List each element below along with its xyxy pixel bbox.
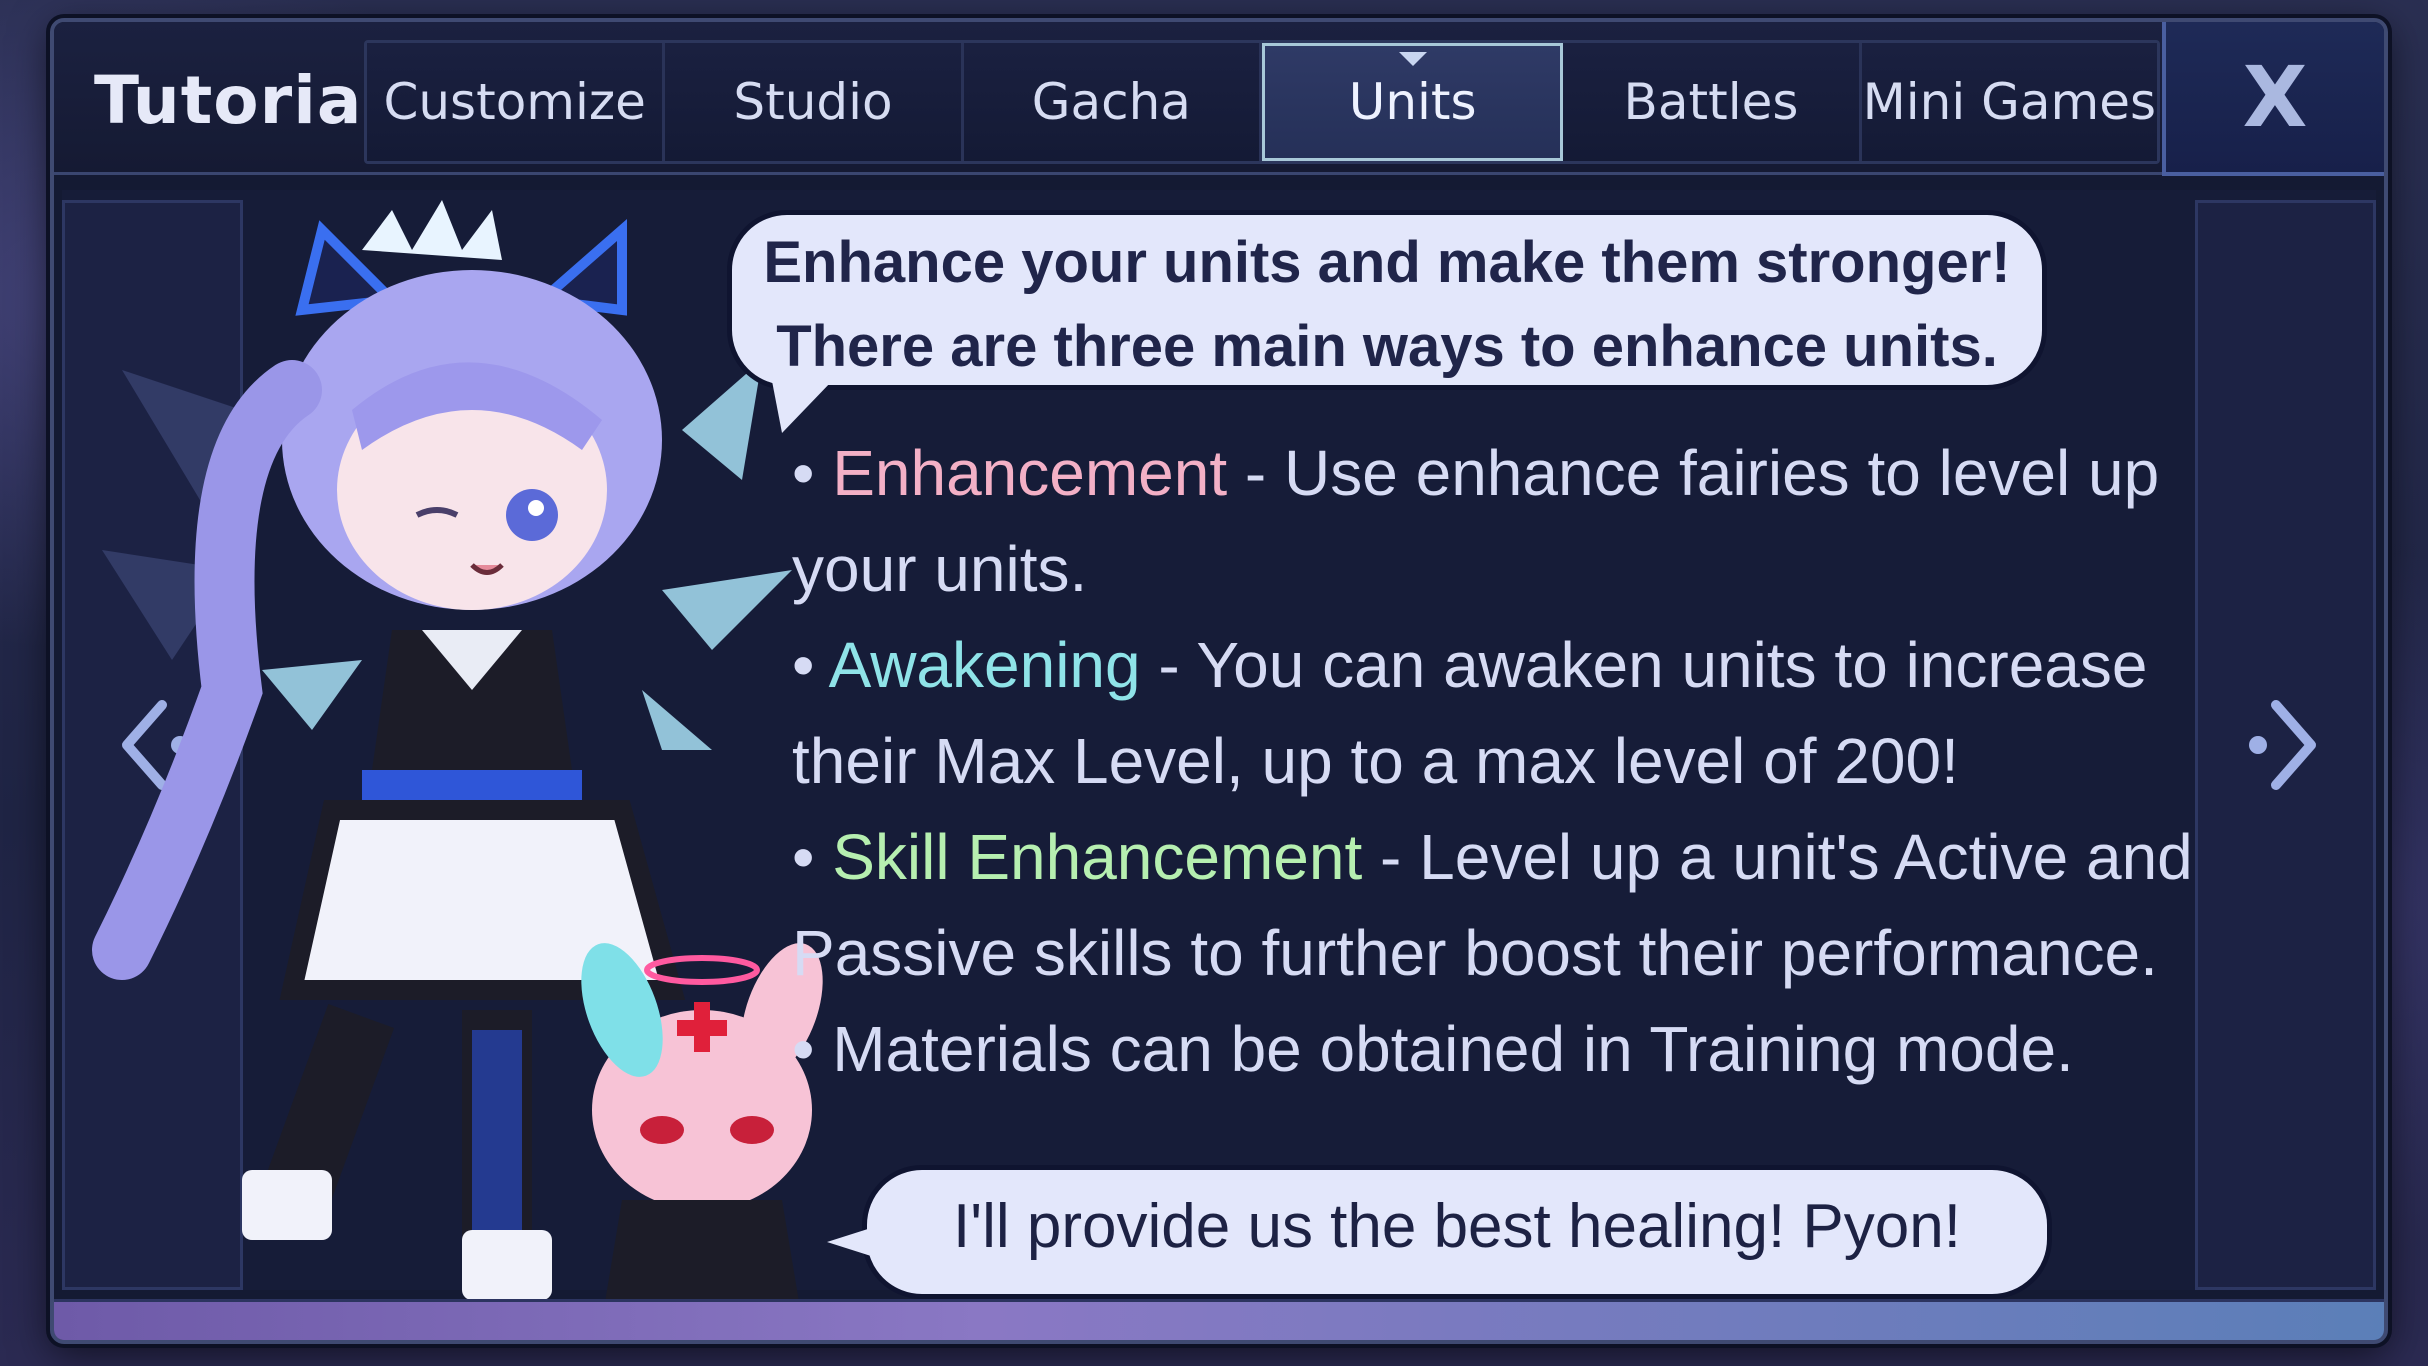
chevron-right-icon [2249, 700, 2316, 790]
tab-units[interactable]: Units [1261, 43, 1564, 161]
bunny-speech-bubble: I'll provide us the best healing! Pyon! [827, 1165, 2052, 1299]
active-tab-caret-icon [1398, 52, 1427, 66]
close-icon: X [2242, 48, 2308, 146]
title-bar: Tutorial Customize Studio Gacha Units Ba… [54, 22, 2384, 176]
bottom-accent-bar [54, 1299, 2384, 1340]
tab-studio[interactable]: Studio [665, 43, 964, 161]
tab-battles[interactable]: Battles [1563, 43, 1862, 161]
intro-speech-bubble: Enhance your units and make them stronge… [727, 210, 2047, 433]
tutorial-content: Enhance your units and make them stronge… [62, 190, 2376, 1320]
list-item: • Enhancement - Use enhance fairies to l… [792, 437, 2160, 605]
intro-line-2: There are three main ways to enhance uni… [776, 314, 1998, 379]
page-title: Tutorial [94, 62, 386, 139]
tab-bar: Customize Studio Gacha Units Battles Min… [364, 40, 2160, 164]
close-button[interactable]: X [2162, 22, 2384, 176]
tab-units-label: Units [1348, 73, 1477, 131]
bullet-text: Materials can be obtained in Training mo… [832, 1013, 2074, 1085]
intro-line-1: Enhance your units and make them stronge… [763, 230, 2011, 295]
tutorial-window: Tutorial Customize Studio Gacha Units Ba… [50, 18, 2388, 1344]
keyword-awakening: Awakening [828, 629, 1141, 701]
bunny-quote: I'll provide us the best healing! Pyon! [953, 1192, 1961, 1261]
keyword-skill-enhancement: Skill Enhancement [832, 821, 1363, 893]
list-item: • Skill Enhancement - Level up a unit's … [792, 821, 2193, 989]
next-page-button[interactable] [2226, 690, 2336, 800]
keyword-enhancement: Enhancement [832, 437, 1228, 509]
tab-gacha[interactable]: Gacha [963, 43, 1262, 161]
list-item: • Materials can be obtained in Training … [792, 1013, 2074, 1085]
list-item: • Awakening - You can awaken units to in… [792, 629, 2148, 797]
enhancement-list: • Enhancement - Use enhance fairies to l… [792, 425, 2242, 1097]
tab-customize[interactable]: Customize [367, 43, 666, 161]
tab-mini-games[interactable]: Mini Games [1861, 43, 2157, 161]
